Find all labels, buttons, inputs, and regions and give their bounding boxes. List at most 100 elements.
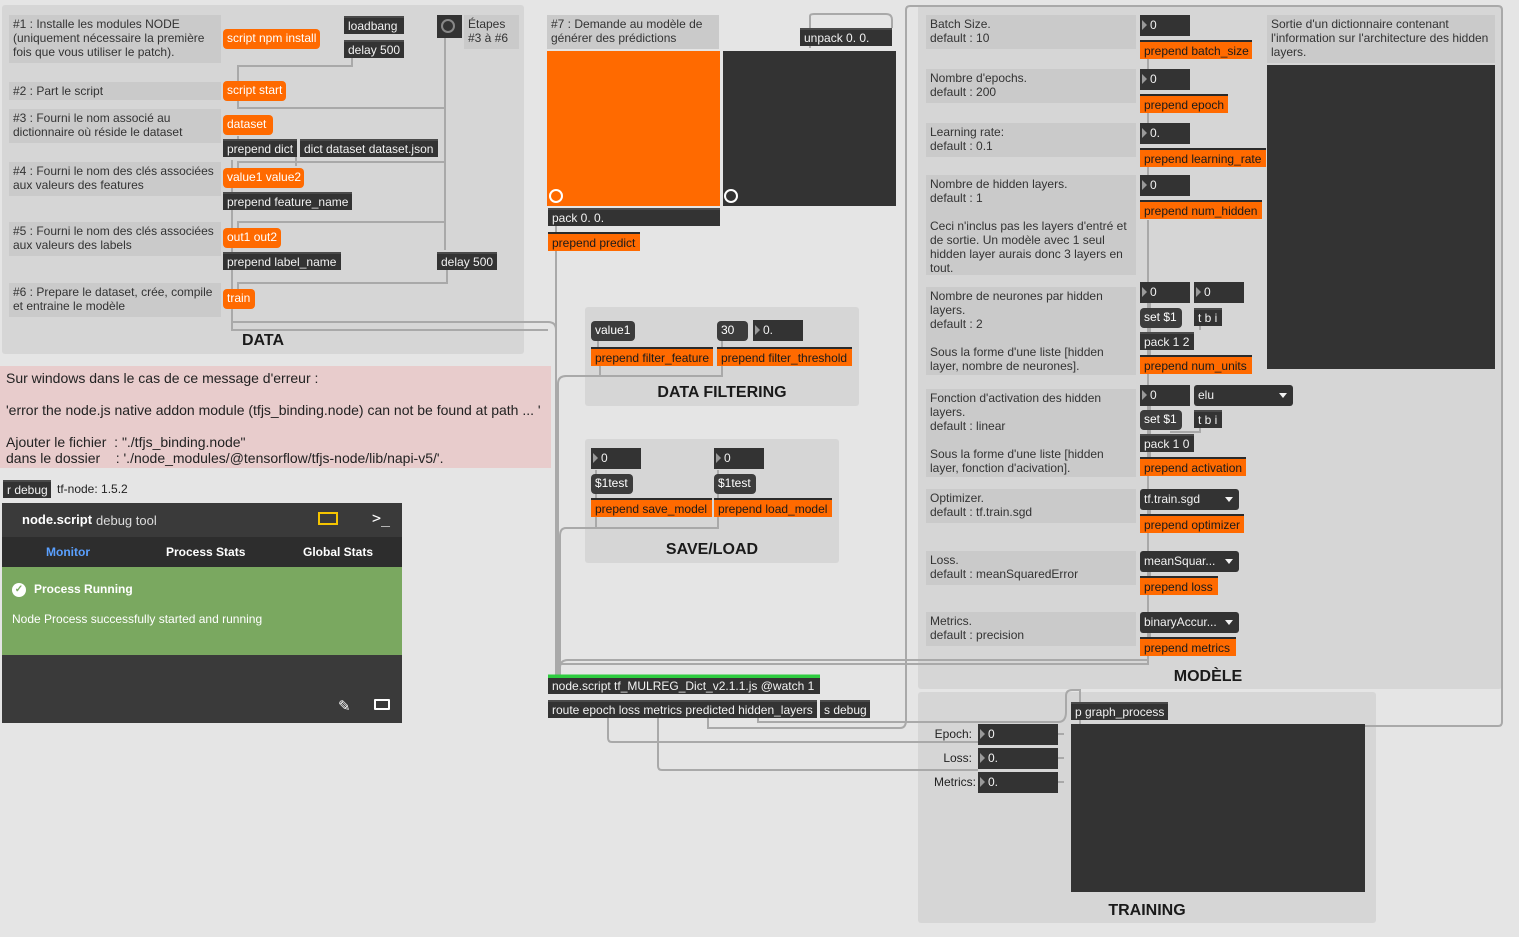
filter-feature-message[interactable]: value1	[591, 321, 635, 341]
prepend-feature-object[interactable]: prepend feature_name	[223, 192, 352, 210]
prepend-metrics-object[interactable]: prepend metrics	[1140, 637, 1236, 656]
data-panel-title: DATA	[241, 332, 285, 349]
xy-pad-dark-handle[interactable]	[724, 189, 738, 203]
units-count-number[interactable]: 0	[1194, 282, 1244, 303]
activation-set-message[interactable]: set $1	[1140, 410, 1182, 430]
status-title: Process Running	[34, 582, 133, 596]
model-panel-title: MODÈLE	[1173, 668, 1243, 685]
number-arrow-icon	[1196, 287, 1201, 297]
folder-icon[interactable]	[374, 699, 390, 710]
prepend-filter-feature-object[interactable]: prepend filter_feature	[591, 347, 713, 366]
chevron-down-icon	[1225, 497, 1233, 502]
pack-object[interactable]: pack 0. 0.	[548, 208, 720, 226]
script-start-message[interactable]: script start	[223, 81, 286, 101]
learning-rate-value: 0.	[1150, 126, 1161, 140]
debug-header: node.script debug tool >_	[2, 503, 402, 537]
chevron-down-icon	[1279, 393, 1287, 398]
tab-monitor[interactable]: Monitor	[46, 545, 90, 559]
prepend-loss-object[interactable]: prepend loss	[1140, 576, 1218, 595]
learning-rate-number[interactable]: 0.	[1140, 123, 1190, 144]
loadbang-object[interactable]: loadbang	[344, 16, 404, 34]
prepend-dict-object[interactable]: prepend dict	[223, 139, 297, 157]
metrics-dropdown[interactable]: binaryAccur...	[1140, 612, 1239, 633]
epoch-display[interactable]: 0	[978, 724, 1058, 745]
number-arrow-icon	[980, 777, 985, 787]
loss-display[interactable]: 0.	[978, 748, 1058, 769]
prepend-num-units-object[interactable]: prepend num_units	[1140, 355, 1252, 374]
prepend-load-object[interactable]: prepend load_model	[714, 498, 832, 517]
chevron-down-icon	[1225, 620, 1233, 625]
load-number[interactable]: 0	[714, 448, 764, 469]
number-arrow-icon	[1142, 390, 1147, 400]
prepend-learning-rate-object[interactable]: prepend learning_rate	[1140, 148, 1266, 167]
metrics-display[interactable]: 0.	[978, 772, 1058, 793]
number-arrow-icon	[1142, 74, 1147, 84]
activation-dropdown[interactable]: elu	[1194, 385, 1293, 406]
windows-error-note: Sur windows dans le cas de ce message d'…	[0, 366, 551, 468]
prepend-epoch-object[interactable]: prepend epoch	[1140, 94, 1228, 113]
comment-loss: Loss. default : meanSquaredError	[926, 551, 1136, 585]
load-name-message[interactable]: $1test	[714, 474, 756, 494]
labels-message[interactable]: out1 out2	[223, 228, 281, 248]
receive-debug-object[interactable]: r debug	[3, 480, 51, 498]
comment-start-script: #2 : Part le script	[9, 82, 221, 100]
comment-activation: Fonction d'activation des hidden layers.…	[926, 389, 1136, 477]
prepend-activation-object[interactable]: prepend activation	[1140, 457, 1246, 476]
metrics-dropdown-value: binaryAccur...	[1144, 615, 1217, 629]
epoch-number[interactable]: 0	[1140, 69, 1190, 90]
units-set-message[interactable]: set $1	[1140, 308, 1182, 328]
loss-display-value: 0.	[988, 751, 999, 765]
xy-pad-dark[interactable]	[723, 51, 896, 206]
features-message[interactable]: value1 value2	[223, 168, 304, 188]
bang-button[interactable]	[437, 15, 462, 38]
xy-pad-handle[interactable]	[549, 189, 563, 203]
activation-layer-number[interactable]: 0	[1140, 385, 1190, 406]
dataset-message[interactable]: dataset	[223, 115, 273, 135]
filter-threshold-number[interactable]: 0.	[753, 320, 803, 341]
tab-global-stats[interactable]: Global Stats	[303, 545, 373, 559]
units-trigger-object[interactable]: t b i	[1194, 308, 1222, 326]
comment-metrics: Metrics. default : precision	[926, 612, 1136, 646]
edit-icon[interactable]: ✎	[338, 697, 351, 715]
units-pack-object[interactable]: pack 1 2	[1140, 332, 1194, 350]
debug-footer: ✎	[2, 655, 402, 723]
batch-size-number[interactable]: 0	[1140, 15, 1190, 36]
optimizer-dropdown[interactable]: tf.train.sgd	[1140, 489, 1239, 510]
npm-install-message[interactable]: script npm install	[223, 29, 320, 49]
number-arrow-icon	[1142, 20, 1147, 30]
hidden-layers-number[interactable]: 0	[1140, 175, 1190, 196]
send-debug-object[interactable]: s debug	[820, 700, 870, 718]
saveload-panel-title: SAVE/LOAD	[665, 541, 759, 558]
loss-dropdown[interactable]: meanSquar...	[1140, 551, 1239, 572]
delay-object[interactable]: delay 500	[344, 40, 404, 58]
save-number-value: 0	[601, 451, 608, 465]
dict-object[interactable]: dict dataset dataset.json	[300, 139, 438, 157]
comment-hidden-layers: Nombre de hidden layers. default : 1 Cec…	[926, 175, 1136, 275]
prepend-predict-object[interactable]: prepend predict	[548, 232, 640, 251]
units-layer-number[interactable]: 0	[1140, 282, 1190, 303]
save-number[interactable]: 0	[591, 448, 641, 469]
tab-process-stats[interactable]: Process Stats	[166, 545, 245, 559]
activation-trigger-object[interactable]: t b i	[1194, 410, 1222, 428]
train-message[interactable]: train	[223, 289, 255, 309]
prepend-save-object[interactable]: prepend save_model	[591, 498, 712, 517]
prepend-num-hidden-object[interactable]: prepend num_hidden	[1140, 200, 1262, 219]
unpack-object[interactable]: unpack 0. 0.	[800, 28, 892, 46]
filter-threshold-message[interactable]: 30	[717, 321, 748, 341]
number-arrow-icon	[716, 453, 721, 463]
prepend-label-object[interactable]: prepend label_name	[223, 252, 341, 270]
route-object[interactable]: route epoch loss metrics predicted hidde…	[548, 700, 817, 718]
prepend-batch-size-object[interactable]: prepend batch_size	[1140, 40, 1252, 59]
node-script-object[interactable]: node.script tf_MULREG_Dict_v2.1.1.js @wa…	[548, 676, 820, 694]
loss-dropdown-value: meanSquar...	[1144, 554, 1216, 568]
monitor-icon[interactable]	[318, 512, 338, 525]
save-name-message[interactable]: $1test	[591, 474, 633, 494]
metrics-label: Metrics:	[934, 775, 976, 789]
delay-object-2[interactable]: delay 500	[437, 252, 497, 270]
graph-process-object[interactable]: p graph_process	[1071, 702, 1168, 720]
prepend-optimizer-object[interactable]: prepend optimizer	[1140, 514, 1244, 533]
prepend-filter-threshold-object[interactable]: prepend filter_threshold	[717, 347, 852, 366]
xy-pad-orange[interactable]	[547, 51, 720, 206]
activation-pack-object[interactable]: pack 1 0	[1140, 434, 1194, 452]
terminal-icon[interactable]: >_	[372, 509, 390, 527]
